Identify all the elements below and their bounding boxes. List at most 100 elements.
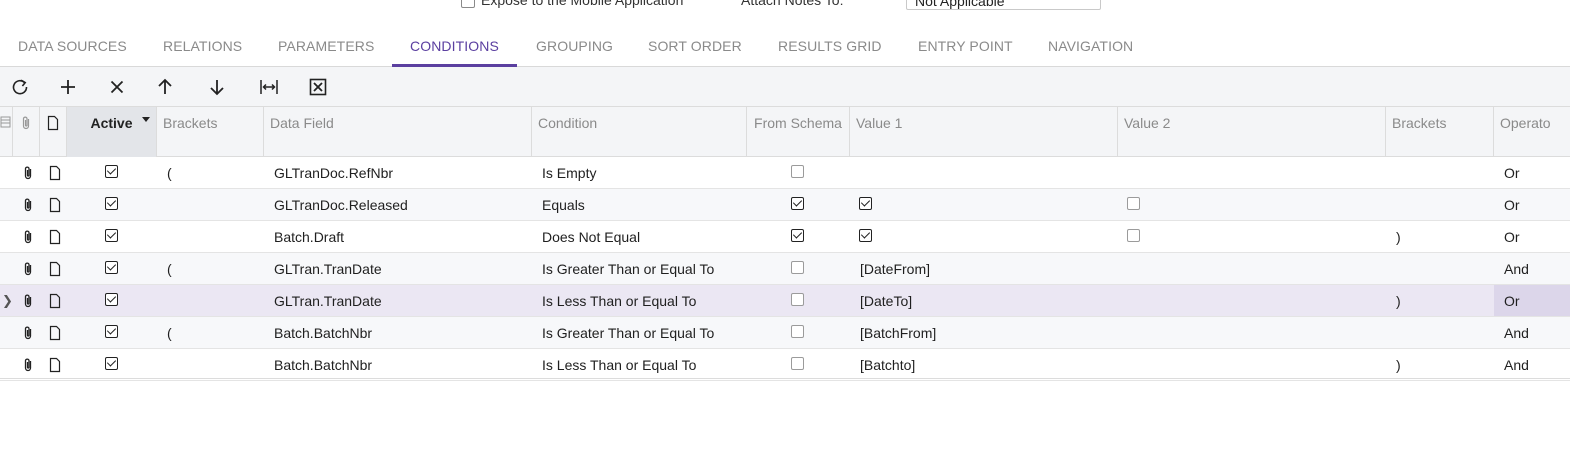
condition-cell[interactable]: Is Greater Than or Equal To xyxy=(532,253,747,284)
active-checkbox[interactable] xyxy=(105,357,118,370)
paperclip-icon[interactable] xyxy=(22,165,34,181)
active-checkbox[interactable] xyxy=(105,261,118,274)
data-field-cell[interactable]: GLTranDoc.RefNbr xyxy=(264,157,532,188)
header-notes[interactable] xyxy=(40,107,67,157)
paperclip-icon[interactable] xyxy=(22,261,34,277)
value1-checkbox[interactable] xyxy=(859,197,872,210)
header-value2[interactable]: Value 2 xyxy=(1118,107,1386,157)
table-row[interactable]: Batch.Draft Does Not Equal) Or xyxy=(0,221,1570,253)
table-row[interactable]: ❯ GLTran.TranDate Is Less Than or Equal To… xyxy=(0,285,1570,317)
header-condition[interactable]: Condition xyxy=(532,107,747,157)
note-icon[interactable] xyxy=(49,197,61,213)
paperclip-icon[interactable] xyxy=(22,229,34,245)
active-checkbox[interactable] xyxy=(105,229,118,242)
operator-cell[interactable]: And xyxy=(1494,253,1570,284)
brackets-open-cell[interactable]: ( xyxy=(157,253,264,284)
value1-cell[interactable]: [DateTo] xyxy=(850,285,1118,316)
value2-checkbox[interactable] xyxy=(1127,197,1140,210)
condition-cell[interactable]: Does Not Equal xyxy=(532,221,747,252)
paperclip-icon[interactable] xyxy=(22,325,34,341)
delete-row-button[interactable] xyxy=(105,75,129,99)
brackets-close-cell[interactable]: ) xyxy=(1386,285,1494,316)
operator-cell[interactable]: And xyxy=(1494,317,1570,348)
tab-entry-point[interactable]: ENTRY POINT xyxy=(918,26,1013,67)
data-field-cell[interactable]: Batch.BatchNbr xyxy=(264,317,532,348)
from-schema-checkbox[interactable] xyxy=(791,325,804,338)
value2-checkbox[interactable] xyxy=(1127,229,1140,242)
brackets-close-cell[interactable] xyxy=(1386,157,1494,188)
paperclip-icon[interactable] xyxy=(22,293,34,309)
export-excel-button[interactable] xyxy=(306,75,330,99)
note-icon[interactable] xyxy=(49,229,61,245)
brackets-open-cell[interactable] xyxy=(157,285,264,316)
active-checkbox[interactable] xyxy=(105,325,118,338)
tab-data-sources[interactable]: DATA SOURCES xyxy=(18,26,127,67)
table-row[interactable]: (GLTran.TranDate Is Greater Than or Equal… xyxy=(0,253,1570,285)
move-up-button[interactable] xyxy=(153,75,177,99)
operator-cell[interactable]: And xyxy=(1494,349,1570,380)
move-down-button[interactable] xyxy=(205,75,229,99)
brackets-close-cell[interactable] xyxy=(1386,317,1494,348)
table-row[interactable]: (GLTranDoc.RefNbr Is Empty Or xyxy=(0,157,1570,189)
tab-parameters[interactable]: PARAMETERS xyxy=(278,26,374,67)
from-schema-checkbox[interactable] xyxy=(791,261,804,274)
active-checkbox[interactable] xyxy=(105,165,118,178)
attach-notes-select[interactable]: Not Applicable xyxy=(906,0,1101,10)
condition-cell[interactable]: Is Greater Than or Equal To xyxy=(532,317,747,348)
tab-conditions[interactable]: CONDITIONS xyxy=(392,26,517,67)
data-field-cell[interactable]: Batch.BatchNbr xyxy=(264,349,532,380)
value1-cell[interactable]: [DateFrom] xyxy=(850,253,1118,284)
note-icon[interactable] xyxy=(49,165,61,181)
header-value1[interactable]: Value 1 xyxy=(850,107,1118,157)
header-row-selector[interactable] xyxy=(0,107,13,157)
brackets-open-cell[interactable] xyxy=(157,189,264,220)
from-schema-checkbox[interactable] xyxy=(791,357,804,370)
brackets-close-cell[interactable]: ) xyxy=(1386,221,1494,252)
note-icon[interactable] xyxy=(49,357,61,373)
tab-sort-order[interactable]: SORT ORDER xyxy=(648,26,742,67)
condition-cell[interactable]: Is Less Than or Equal To xyxy=(532,285,747,316)
active-checkbox[interactable] xyxy=(105,293,118,306)
tab-relations[interactable]: RELATIONS xyxy=(163,26,242,67)
data-field-cell[interactable]: GLTranDoc.Released xyxy=(264,189,532,220)
data-field-cell[interactable]: GLTran.TranDate xyxy=(264,285,532,316)
table-row[interactable]: GLTranDoc.Released Equals Or xyxy=(0,189,1570,221)
refresh-button[interactable] xyxy=(8,75,32,99)
condition-cell[interactable]: Equals xyxy=(532,189,747,220)
header-operator[interactable]: Operato xyxy=(1494,107,1570,157)
from-schema-checkbox[interactable] xyxy=(791,293,804,306)
brackets-close-cell[interactable] xyxy=(1386,253,1494,284)
header-brackets-open[interactable]: Brackets xyxy=(157,107,264,157)
brackets-close-cell[interactable]: ) xyxy=(1386,349,1494,380)
brackets-open-cell[interactable]: ( xyxy=(157,157,264,188)
active-checkbox[interactable] xyxy=(105,197,118,210)
note-icon[interactable] xyxy=(49,293,61,309)
expose-mobile-checkbox[interactable] xyxy=(461,0,475,8)
paperclip-icon[interactable] xyxy=(22,357,34,373)
from-schema-checkbox[interactable] xyxy=(791,197,804,210)
tab-grouping[interactable]: GROUPING xyxy=(536,26,613,67)
tab-results-grid[interactable]: RESULTS GRID xyxy=(778,26,882,67)
table-row[interactable]: (Batch.BatchNbr Is Greater Than or Equal … xyxy=(0,317,1570,349)
header-from-schema[interactable]: From Schema xyxy=(747,107,850,157)
data-field-cell[interactable]: Batch.Draft xyxy=(264,221,532,252)
note-icon[interactable] xyxy=(49,325,61,341)
value1-cell[interactable] xyxy=(850,157,1118,188)
table-row[interactable]: Batch.BatchNbr Is Less Than or Equal To [B… xyxy=(0,349,1570,381)
condition-cell[interactable]: Is Less Than or Equal To xyxy=(532,349,747,380)
tab-navigation[interactable]: NAVIGATION xyxy=(1048,26,1133,67)
from-schema-checkbox[interactable] xyxy=(791,165,804,178)
paperclip-icon[interactable] xyxy=(22,197,34,213)
add-row-button[interactable] xyxy=(56,75,80,99)
value1-cell[interactable]: [Batchto] xyxy=(850,349,1118,380)
brackets-close-cell[interactable] xyxy=(1386,189,1494,220)
brackets-open-cell[interactable] xyxy=(157,349,264,380)
operator-cell[interactable]: Or xyxy=(1494,189,1570,220)
operator-cell[interactable]: Or xyxy=(1494,221,1570,252)
brackets-open-cell[interactable] xyxy=(157,221,264,252)
note-icon[interactable] xyxy=(49,261,61,277)
brackets-open-cell[interactable]: ( xyxy=(157,317,264,348)
header-active[interactable]: Active xyxy=(67,107,157,157)
value1-checkbox[interactable] xyxy=(859,229,872,242)
condition-cell[interactable]: Is Empty xyxy=(532,157,747,188)
